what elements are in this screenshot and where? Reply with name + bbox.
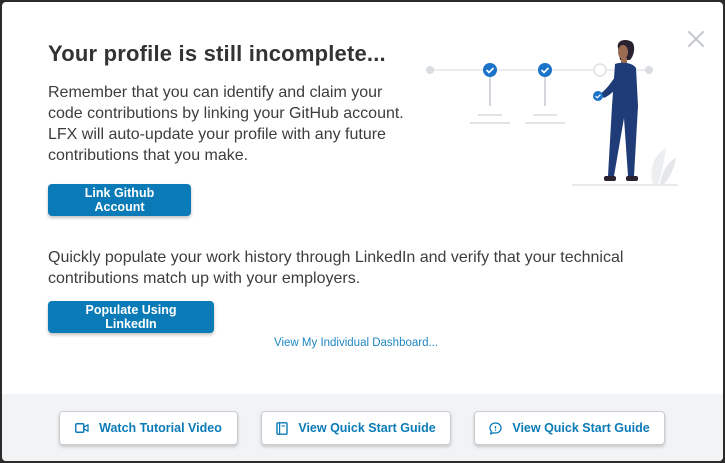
modal-title: Your profile is still incomplete... — [48, 41, 386, 66]
close-icon[interactable] — [685, 28, 707, 50]
link-github-button[interactable]: Link Github Account — [48, 184, 191, 216]
github-description: Remember that you can identify and claim… — [48, 84, 404, 164]
profile-illustration — [426, 40, 678, 186]
check-node-icon — [483, 63, 497, 77]
linkedin-description: Quickly populate your work history throu… — [48, 249, 624, 287]
view-dashboard-link[interactable]: View My Individual Dashboard... — [274, 337, 438, 349]
modal-footer: Watch Tutorial Video View Quick Start Gu… — [2, 394, 723, 461]
quick-start-guide-chat-button[interactable]: View Quick Start Guide — [474, 411, 665, 445]
person-illustration — [593, 40, 638, 181]
quick-start-guide-chat-label: View Quick Start Guide — [512, 421, 650, 435]
chat-bubble-icon — [489, 421, 502, 435]
watch-tutorial-button[interactable]: Watch Tutorial Video — [59, 411, 238, 445]
check-node-icon — [538, 63, 552, 77]
profile-incomplete-modal: Your profile is still incomplete... Reme… — [2, 2, 723, 461]
book-icon — [276, 421, 289, 435]
quick-start-guide-label: View Quick Start Guide — [298, 421, 436, 435]
watch-tutorial-label: Watch Tutorial Video — [99, 421, 222, 435]
populate-linkedin-button[interactable]: Populate Using LinkedIn — [48, 301, 214, 333]
video-camera-icon — [75, 423, 89, 433]
quick-start-guide-button[interactable]: View Quick Start Guide — [261, 411, 451, 445]
